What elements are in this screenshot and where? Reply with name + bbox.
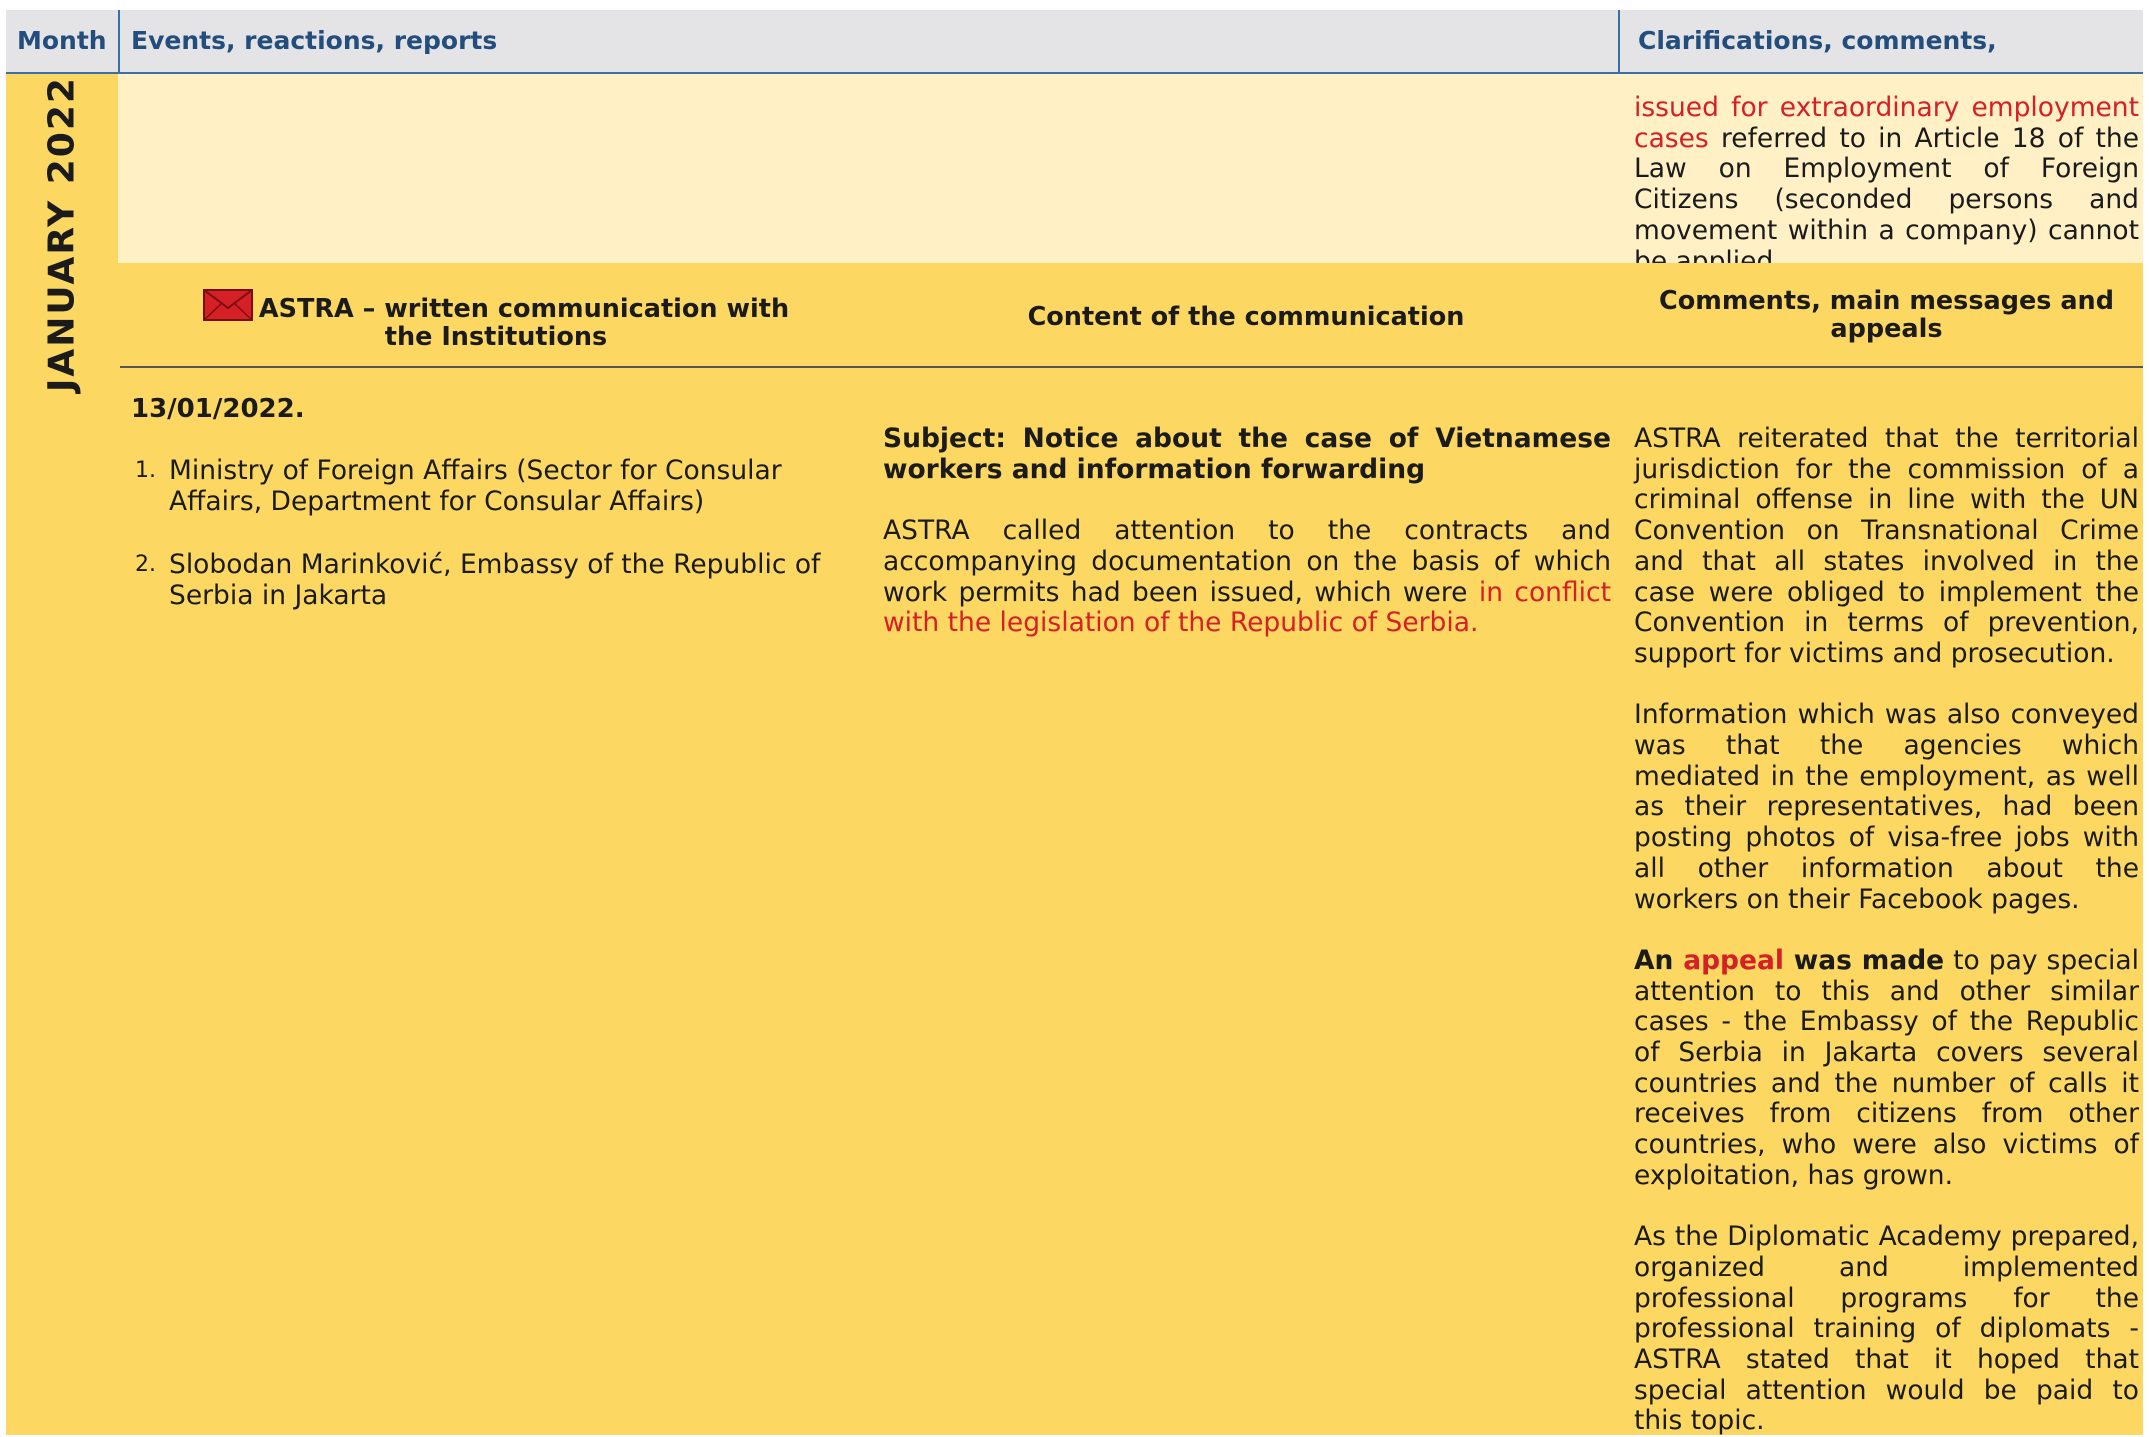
continuation-text: issued for extraordinary employment case… <box>1634 92 2139 277</box>
month-label-text: JANUARY 2022 <box>41 76 83 392</box>
institution-name: Slobodan Marinković, Embassy of the Repu… <box>169 549 821 612</box>
communication-body: ASTRA called attention to the contracts … <box>883 515 1611 639</box>
comments-column: ASTRA reiterated that the territorial ju… <box>1634 423 2139 1437</box>
subheader-communication-label: ASTRA – written communication with the I… <box>258 294 790 352</box>
header-events: Events, reactions, reports <box>131 26 498 55</box>
subheader-content: Content of the communication <box>1027 302 1465 332</box>
continuation-rest: referred to in Article 18 of the Law on … <box>1634 122 2139 277</box>
comment-paragraph: An appeal was made to pay special attent… <box>1634 944 2139 1192</box>
list-item: 2. Slobodan Marinković, Embassy of the R… <box>131 550 851 611</box>
list-item: 1. Ministry of Foreign Affairs (Sector f… <box>131 455 851 517</box>
comment-paragraph: ASTRA reiterated that the territorial ju… <box>1634 423 2139 669</box>
appeal-bold: was made <box>1783 944 1945 976</box>
communication-subject: Subject: Notice about the case of Vietna… <box>883 423 1611 485</box>
list-number: 1. <box>135 458 156 483</box>
appeal-highlight: appeal <box>1683 944 1784 976</box>
list-number: 2. <box>135 552 156 578</box>
institution-list: 1. Ministry of Foreign Affairs (Sector f… <box>131 455 851 645</box>
header-divider <box>1618 10 1620 72</box>
report-page: Month Events, reactions, reports Clarifi… <box>6 10 2143 1437</box>
communication-content: Subject: Notice about the case of Vietna… <box>883 423 1611 639</box>
header-divider <box>118 10 120 72</box>
envelope-icon <box>202 289 253 321</box>
subheader-comments: Comments, main messages and appeals <box>1659 286 2114 344</box>
institution-name: Ministry of Foreign Affairs (Sector for … <box>169 455 782 517</box>
month-label: JANUARY 2022 <box>6 74 118 394</box>
subheader-communication: ASTRA – written communication with the I… <box>176 289 816 351</box>
header-clarifications: Clarifications, comments, responses <box>1638 26 1997 117</box>
appeal-lead: An <box>1634 944 1684 976</box>
entry-date: 13/01/2022. <box>131 394 305 424</box>
comment-paragraph: Information which was also conveyed was … <box>1634 699 2139 915</box>
comment-paragraph: As the Diplomatic Academy prepared, orga… <box>1634 1221 2139 1437</box>
appeal-text: to pay special attention to this and oth… <box>1634 944 2139 1191</box>
table-header: Month Events, reactions, reports Clarifi… <box>6 10 2143 117</box>
subheader-rule <box>120 366 2143 368</box>
header-month: Month <box>17 26 107 55</box>
